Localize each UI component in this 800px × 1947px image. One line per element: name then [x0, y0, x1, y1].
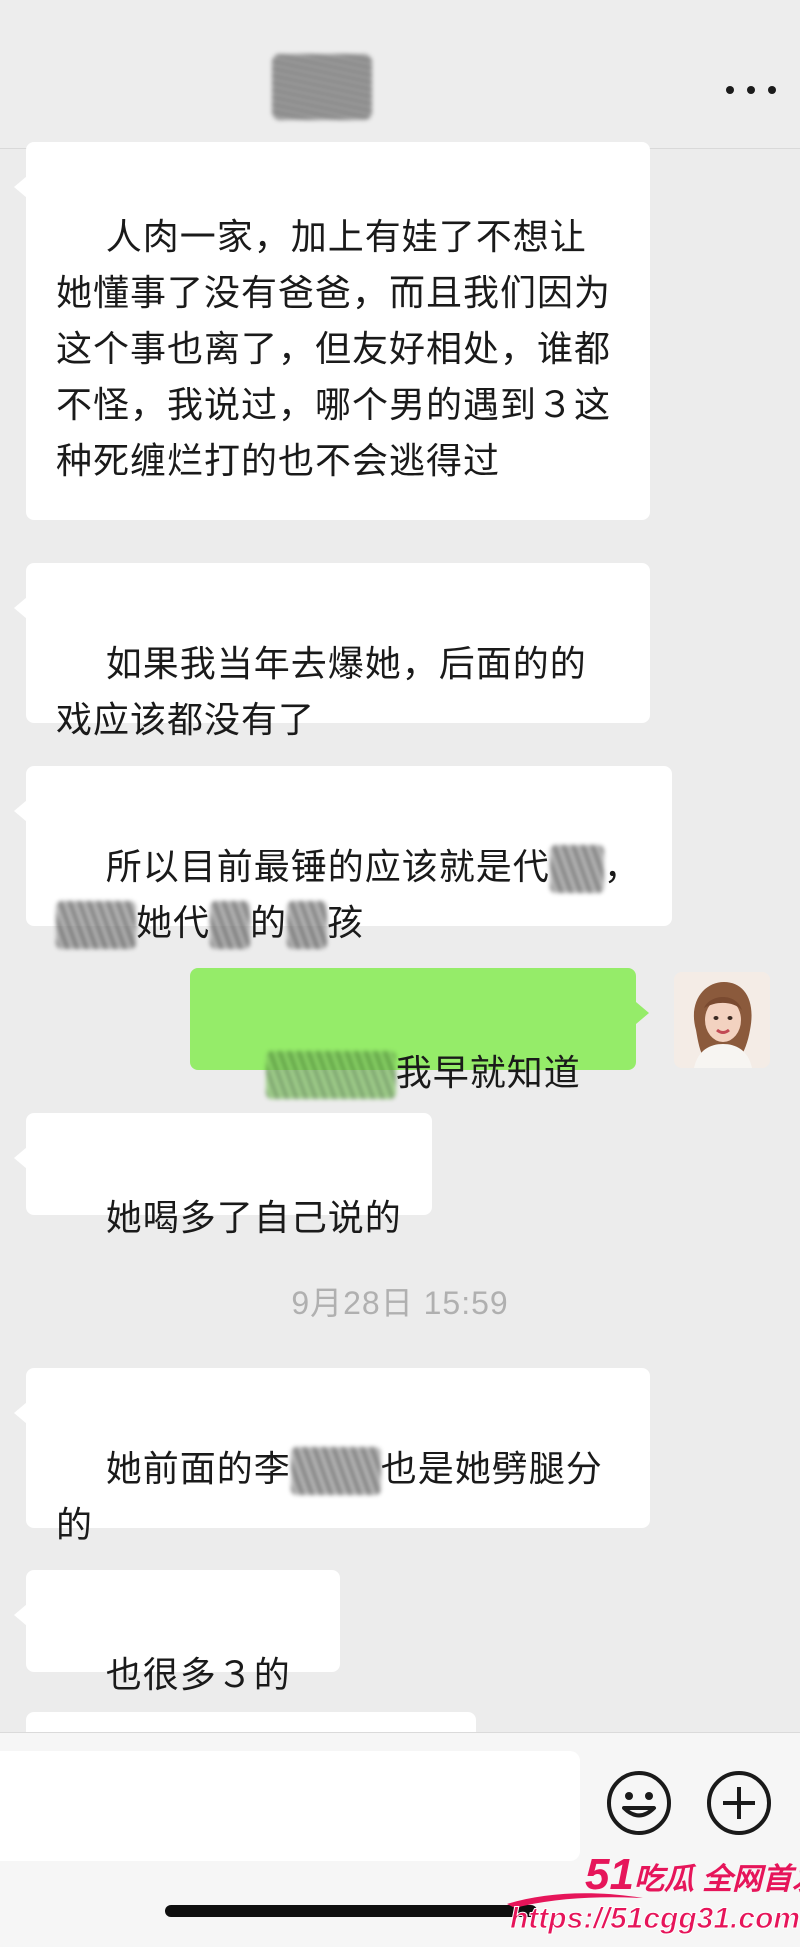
message-timestamp: 9月28日 15:59	[291, 1285, 509, 1321]
message-text: 人肉一家，加上有娃了不想让她懂事了没有爸爸，而且我们因为这个事也离了，但友好相处…	[56, 217, 612, 482]
more-actions-button[interactable]	[705, 1769, 773, 1837]
more-options-button[interactable]	[726, 70, 776, 110]
message-text: 的	[250, 903, 288, 944]
message-text: 她代	[136, 903, 211, 944]
message-bubble-outgoing[interactable]: 我早就知道了	[190, 968, 649, 1150]
chat-title-redacted[interactable]	[272, 54, 372, 120]
message-bubble-incoming[interactable]: 她喝多了自己说的	[14, 1113, 432, 1239]
smiley-face-icon	[607, 1771, 671, 1835]
more-dot	[747, 86, 755, 94]
chat-screen: 人肉一家，加上有娃了不想让她懂事了没有爸爸，而且我们因为这个事也离了，但友好相处…	[0, 0, 800, 1947]
message-text: 如果我当年去爆她，后面的的戏应该都没有了	[56, 644, 587, 741]
message-text: 她前面的李	[105, 1449, 291, 1490]
plus-circle-icon	[707, 1771, 771, 1835]
redacted-text	[290, 1447, 381, 1495]
message-bubble-incoming[interactable]: 她前面的李 也是她劈腿分的	[14, 1368, 650, 1546]
more-dots-icon	[726, 86, 734, 94]
redacted-text	[210, 901, 251, 949]
message-text: 所以目前最锤的应该就是代	[105, 847, 550, 888]
watermark-text: 吃瓜 全网首发	[633, 1863, 800, 1896]
redacted-text	[56, 901, 136, 949]
redacted-text	[549, 845, 604, 893]
message-input[interactable]	[0, 1751, 580, 1861]
avatar-image	[674, 972, 770, 1068]
redacted-text	[265, 1051, 396, 1099]
emoji-button[interactable]	[605, 1769, 673, 1837]
message-bubble-incoming[interactable]: 所以目前最锤的应该就是代 ， 她代的孩	[14, 766, 672, 949]
message-bubble-incoming[interactable]: 也很多３的料	[14, 1570, 340, 1752]
chat-header	[0, 0, 800, 149]
home-indicator[interactable]	[165, 1905, 537, 1917]
message-bubble-incoming[interactable]: 如果我当年去爆她，后面的的戏应该都没有了	[14, 563, 650, 741]
message-bubble-incoming[interactable]: 人肉一家，加上有娃了不想让她懂事了没有爸爸，而且我们因为这个事也离了，但友好相处…	[14, 142, 650, 520]
message-text: 孩	[327, 903, 365, 944]
message-text: ，	[603, 847, 641, 888]
redacted-text	[287, 901, 328, 949]
more-dot	[768, 86, 776, 94]
watermark-url: https://51cgg31.com	[509, 1902, 800, 1936]
message-text: 她喝多了自己说的	[105, 1198, 402, 1239]
user-avatar[interactable]	[674, 972, 770, 1068]
watermark: 51吃瓜 全网首发 https://51cgg31.com	[505, 1850, 800, 1947]
